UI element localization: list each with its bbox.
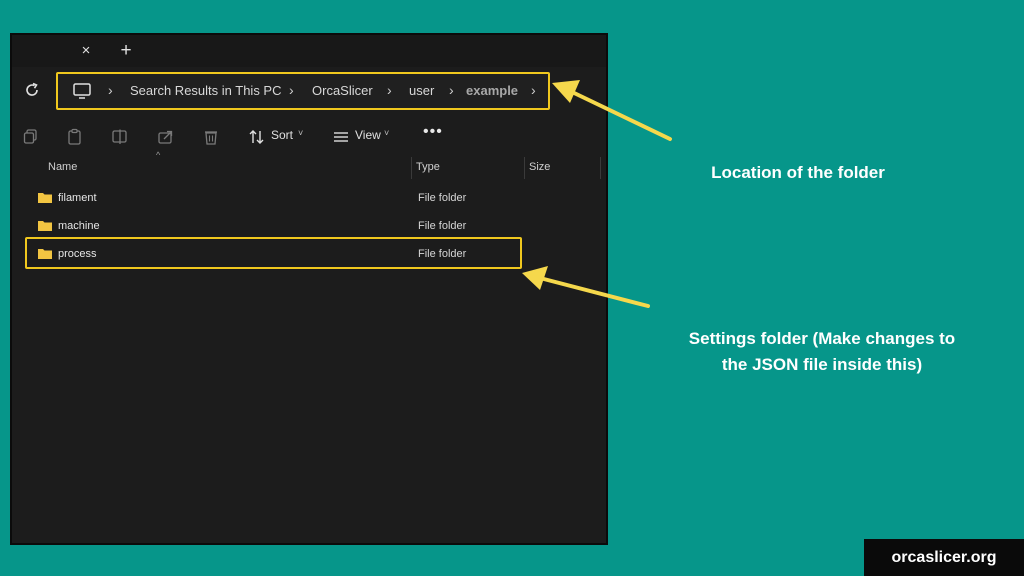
- delete-icon[interactable]: [202, 128, 220, 146]
- address-bar[interactable]: › Search Results in This PC › OrcaSlicer…: [56, 72, 550, 110]
- column-header-type[interactable]: Type: [416, 161, 440, 173]
- view-icon[interactable]: [332, 128, 350, 146]
- share-icon[interactable]: [157, 128, 175, 146]
- annotation-settings-line2: the JSON file inside this): [721, 355, 923, 374]
- refresh-icon[interactable]: [22, 80, 42, 100]
- file-type: File folder: [418, 192, 467, 204]
- column-header-name[interactable]: Name: [48, 161, 77, 173]
- column-divider[interactable]: [600, 157, 601, 179]
- sort-icon[interactable]: [248, 128, 266, 146]
- brand-watermark: orcaslicer.org: [864, 539, 1024, 576]
- file-name: filament: [58, 192, 97, 204]
- paste-icon[interactable]: [66, 128, 84, 146]
- folder-icon: [38, 221, 52, 231]
- rename-icon[interactable]: [111, 128, 129, 146]
- new-tab-button[interactable]: +: [118, 40, 134, 62]
- column-header-size[interactable]: Size: [529, 161, 550, 173]
- breadcrumb-separator: ›: [531, 82, 536, 98]
- list-item[interactable]: filament File folder: [24, 186, 604, 212]
- annotation-settings-line1: Settings folder (Make changes to: [688, 329, 956, 348]
- breadcrumb-search-results[interactable]: Search Results in This PC: [130, 83, 282, 98]
- process-folder-highlight: [25, 237, 522, 269]
- sort-dropdown-caret[interactable]: ˅: [298, 128, 303, 138]
- folder-icon: [38, 193, 52, 203]
- column-divider[interactable]: [411, 157, 412, 179]
- file-name: machine: [58, 220, 100, 232]
- breadcrumb-orcaslicer[interactable]: OrcaSlicer: [312, 83, 373, 98]
- view-button[interactable]: View: [355, 128, 381, 142]
- close-tab-button[interactable]: ×: [78, 41, 94, 61]
- sort-indicator-icon: ^: [156, 150, 161, 160]
- breadcrumb-user[interactable]: user: [409, 83, 434, 98]
- file-explorer-window: × + › Search Results in This PC › OrcaSl…: [10, 33, 608, 545]
- sort-button[interactable]: Sort: [271, 128, 293, 142]
- more-options-button[interactable]: •••: [423, 123, 443, 141]
- file-type: File folder: [418, 220, 467, 232]
- tab-bar: × +: [12, 35, 606, 67]
- this-pc-icon: [73, 83, 91, 99]
- breadcrumb-separator: ›: [387, 82, 392, 98]
- view-dropdown-caret[interactable]: ˅: [384, 128, 389, 138]
- breadcrumb-separator: ›: [449, 82, 454, 98]
- breadcrumb-separator: ›: [289, 82, 294, 98]
- copy-icon[interactable]: [22, 128, 40, 146]
- breadcrumb-example[interactable]: example: [466, 83, 518, 98]
- column-divider[interactable]: [524, 157, 525, 179]
- annotation-location: Location of the folder: [711, 163, 885, 182]
- breadcrumb-separator: ›: [108, 82, 113, 98]
